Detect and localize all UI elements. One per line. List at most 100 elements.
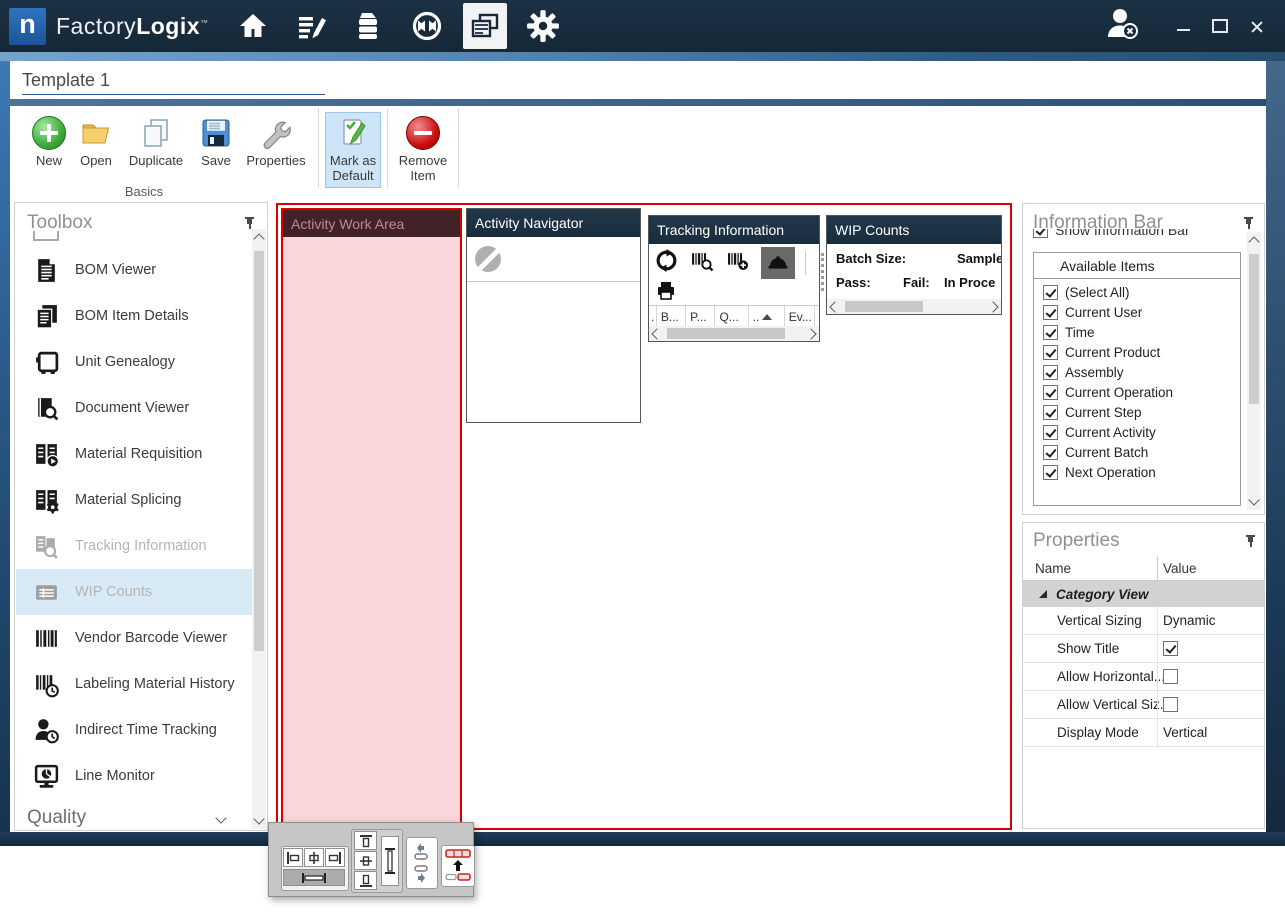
stretch-vertical-button[interactable] — [381, 836, 399, 886]
property-row-show-title[interactable]: Show Title — [1023, 635, 1264, 663]
available-item-current-operation[interactable]: Current Operation — [1043, 385, 1240, 400]
available-item-current-batch[interactable]: Current Batch — [1043, 445, 1240, 460]
available-item-current-step[interactable]: Current Step — [1043, 405, 1240, 420]
checkbox[interactable] — [1043, 425, 1058, 440]
available-item-select-all[interactable]: (Select All) — [1043, 285, 1240, 300]
toolbox-item-vendor-barcode-viewer[interactable]: Vendor Barcode Viewer — [16, 615, 252, 661]
move-next-button[interactable] — [410, 863, 432, 884]
operator-hat-icon[interactable] — [761, 247, 795, 279]
wip-counts-gripper[interactable] — [821, 253, 824, 291]
checkbox[interactable] — [1043, 465, 1058, 480]
tracking-information-panel[interactable]: Tracking Information . B... P... Q... ..… — [648, 215, 820, 342]
show-information-bar-checkbox[interactable] — [1033, 229, 1048, 238]
print-icon[interactable] — [655, 280, 677, 307]
toolbox-scrollbar[interactable] — [252, 229, 266, 829]
pin-icon[interactable] — [243, 216, 257, 230]
toolbox-item-wip-counts[interactable]: WIP Counts — [16, 569, 252, 615]
align-bottom-button[interactable] — [354, 871, 377, 890]
tracking-horizontal-scrollbar[interactable] — [649, 326, 819, 341]
available-item-current-activity[interactable]: Current Activity — [1043, 425, 1240, 440]
toolbox-item-bom-item-details[interactable]: BOM Item Details — [16, 293, 252, 339]
pin-icon[interactable] — [1242, 216, 1256, 230]
refresh-icon[interactable] — [655, 249, 678, 277]
checkbox[interactable] — [1043, 365, 1058, 380]
indirect-time-icon — [31, 715, 61, 745]
checkbox[interactable] — [1043, 385, 1058, 400]
duplicate-button[interactable]: Duplicate — [120, 112, 192, 173]
tracking-toolbar-row2 — [649, 281, 819, 305]
checkbox[interactable] — [1043, 305, 1058, 320]
templates-icon[interactable] — [463, 3, 507, 49]
available-item-current-product[interactable]: Current Product — [1043, 345, 1240, 360]
properties-button[interactable]: Properties — [240, 112, 312, 173]
information-bar-scrollbar[interactable] — [1247, 232, 1261, 510]
allow-vertical-checkbox[interactable] — [1163, 697, 1178, 712]
available-item-time[interactable]: Time — [1043, 325, 1240, 340]
align-center-vertical-button[interactable] — [354, 851, 377, 870]
toolbox-item-material-requisition[interactable]: Material Requisition — [16, 431, 252, 477]
checkbox[interactable] — [1043, 405, 1058, 420]
toolbox-item-unit-genealogy[interactable]: Unit Genealogy — [16, 339, 252, 385]
align-right-button[interactable] — [325, 848, 345, 867]
checkbox[interactable] — [1043, 325, 1058, 340]
open-button[interactable]: Open — [72, 112, 120, 173]
remove-item-button[interactable]: Remove Item — [394, 112, 452, 188]
toolbox-item-bom-viewer[interactable]: BOM Viewer — [16, 247, 252, 293]
toolbox-item-document-viewer[interactable]: Document Viewer — [16, 385, 252, 431]
settings-icon[interactable] — [521, 3, 565, 49]
available-item-next-operation[interactable]: Next Operation — [1043, 465, 1240, 480]
checkbox[interactable] — [1043, 285, 1058, 300]
pin-icon[interactable] — [1244, 534, 1258, 548]
barcode-add-icon[interactable] — [727, 249, 750, 277]
toolbox-item-labeling-material-history[interactable]: Labeling Material History — [16, 661, 252, 707]
sorted-column-header[interactable]: .. — [749, 306, 785, 327]
ribbon-group-label: Basics — [28, 184, 260, 199]
move-previous-button[interactable] — [410, 841, 432, 862]
wip-horizontal-scrollbar[interactable] — [827, 299, 1001, 314]
tracking-information-icon — [31, 531, 61, 561]
available-item-assembly[interactable]: Assembly — [1043, 365, 1240, 380]
toolbox-item-material-splicing[interactable]: Material Splicing — [16, 477, 252, 523]
home-icon[interactable] — [231, 3, 275, 49]
stretch-horizontal-button[interactable] — [283, 869, 345, 886]
minimize-button[interactable] — [1177, 29, 1190, 31]
allow-horizontal-checkbox[interactable] — [1163, 669, 1178, 684]
activity-navigator-header: Activity Navigator — [467, 209, 640, 237]
production-definition-icon[interactable] — [289, 3, 333, 49]
new-button[interactable]: New — [26, 112, 72, 173]
wip-counts-panel[interactable]: WIP Counts Batch Size: Sample Pass: Fail… — [826, 215, 1002, 315]
show-information-bar-row[interactable]: Show Information Bar — [1033, 229, 1223, 242]
checkbox[interactable] — [1043, 445, 1058, 460]
align-center-horizontal-button[interactable] — [304, 848, 324, 867]
align-top-button[interactable] — [354, 831, 377, 850]
category-expander-icon[interactable] — [1039, 590, 1047, 598]
property-row-allow-horizontal[interactable]: Allow Horizontal... — [1023, 663, 1264, 691]
available-item-current-user[interactable]: Current User — [1043, 305, 1240, 320]
property-row-allow-vertical[interactable]: Allow Vertical Siz... — [1023, 691, 1264, 719]
mark-as-default-button[interactable]: Mark as Default — [325, 112, 381, 188]
template-name-input[interactable] — [22, 66, 325, 95]
toolbox-section-quality[interactable]: Quality — [15, 803, 251, 831]
property-row-vertical-sizing[interactable]: Vertical Sizing Dynamic — [1023, 607, 1264, 635]
close-button[interactable] — [1250, 20, 1263, 33]
name-column-header[interactable]: Name — [1035, 561, 1071, 576]
category-row[interactable]: Category View — [1023, 581, 1264, 607]
value-column-header[interactable]: Value — [1163, 561, 1197, 576]
toolbox-item-line-monitor[interactable]: Line Monitor — [16, 753, 252, 799]
materials-icon[interactable] — [347, 3, 391, 49]
up-arrow-icon[interactable] — [452, 860, 464, 871]
activity-navigator-panel[interactable]: Activity Navigator — [466, 208, 641, 423]
save-button[interactable]: Save — [192, 112, 240, 173]
save-floppy-icon — [199, 116, 233, 150]
checkbox[interactable] — [1043, 345, 1058, 360]
show-title-checkbox[interactable] — [1163, 641, 1178, 656]
property-row-display-mode[interactable]: Display Mode Vertical — [1023, 719, 1264, 747]
user-status-icon[interactable] — [1103, 5, 1143, 48]
barcode-search-icon[interactable] — [691, 249, 714, 277]
toolbox-item-indirect-time-tracking[interactable]: Indirect Time Tracking — [16, 707, 252, 753]
wip-counts-header: WIP Counts — [827, 216, 1001, 244]
align-left-button[interactable] — [283, 848, 303, 867]
maximize-button[interactable] — [1212, 19, 1228, 33]
activity-work-area-panel[interactable]: Activity Work Area — [281, 208, 462, 825]
transfer-icon[interactable] — [405, 3, 449, 49]
